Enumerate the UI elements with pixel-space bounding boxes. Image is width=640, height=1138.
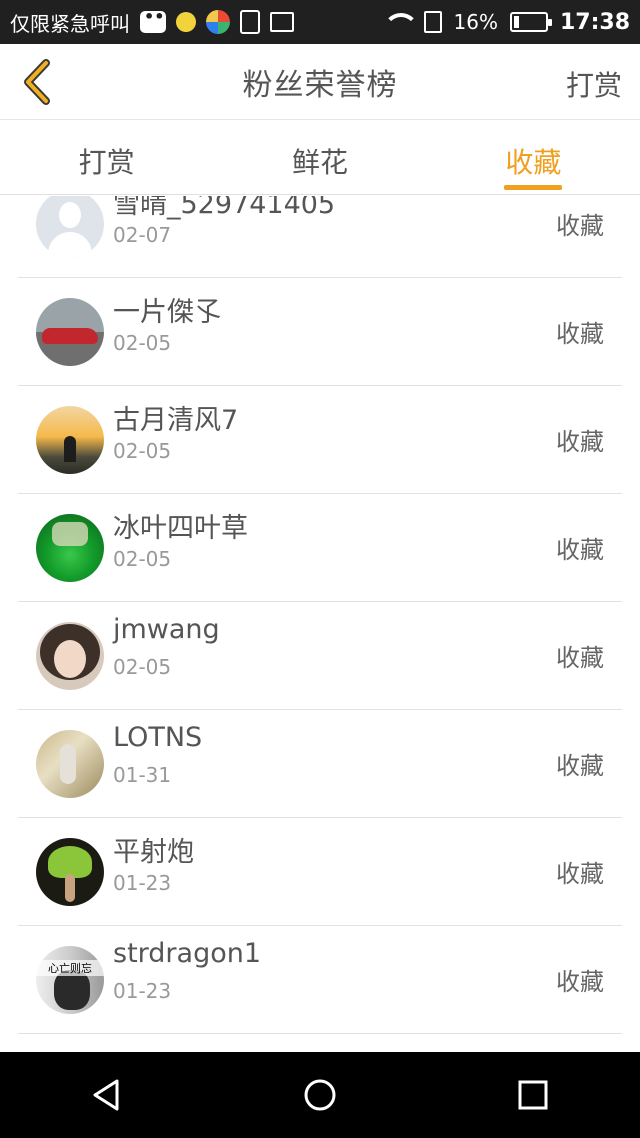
status-bar: 仅限紧急呼叫 16% 17:38 — [0, 0, 640, 44]
status-left: 仅限紧急呼叫 — [10, 7, 294, 37]
image-icon — [270, 12, 294, 32]
item-date: 02-05 — [113, 331, 172, 355]
item-type: 收藏 — [556, 968, 604, 996]
item-date: 02-05 — [113, 439, 172, 463]
item-date: 01-23 — [113, 871, 172, 895]
item-type: 收藏 — [556, 212, 604, 240]
item-date: 02-07 — [113, 223, 172, 247]
avatar — [36, 730, 104, 798]
square-recents-icon — [518, 1080, 548, 1110]
nav-home-button[interactable] — [290, 1065, 350, 1125]
sim-icon — [423, 11, 442, 33]
user-name: strdragon1 — [113, 938, 262, 969]
document-icon — [240, 10, 260, 34]
reward-button[interactable]: 打赏 — [566, 64, 622, 104]
avatar — [36, 196, 104, 258]
avatar-caption: 心亡则忘 — [36, 960, 104, 976]
user-name: jmwang — [113, 614, 220, 645]
list-item[interactable]: 心亡则忘 strdragon1 01-23 收藏 — [18, 926, 622, 1034]
item-date: 01-23 — [113, 979, 172, 1003]
nav-back-button[interactable] — [77, 1065, 137, 1125]
message-icon — [140, 7, 175, 33]
avatar: 心亡则忘 — [36, 946, 104, 1014]
user-name: LOTNS — [113, 722, 203, 753]
user-name: 一片傑孓 — [113, 297, 221, 328]
list-item[interactable]: 平射炮 01-23 收藏 — [18, 818, 622, 926]
list-item[interactable]: LOTNS 01-31 收藏 — [18, 710, 622, 818]
battery-icon — [509, 12, 552, 32]
system-nav-bar — [0, 1052, 640, 1138]
back-button[interactable] — [12, 54, 62, 110]
list-item[interactable]: jmwang 02-05 收藏 — [18, 602, 622, 710]
list-item[interactable]: 一片傑孓 02-05 收藏 — [18, 278, 622, 386]
item-type: 收藏 — [556, 644, 604, 672]
page-title: 粉丝荣誉榜 — [242, 67, 398, 103]
user-name: 古月清风7 — [113, 405, 239, 436]
status-right: 16% 17:38 — [382, 10, 630, 35]
list-item[interactable]: 雪晴_529741405 02-07 收藏 — [18, 196, 622, 278]
item-date: 02-05 — [113, 655, 172, 679]
user-name: 平射炮 — [113, 837, 194, 868]
chevron-left-icon — [24, 59, 50, 105]
circle-home-icon — [304, 1079, 336, 1111]
avatar — [36, 838, 104, 906]
item-type: 收藏 — [556, 860, 604, 888]
clock: 17:38 — [559, 9, 630, 35]
carrier-text: 仅限紧急呼叫 — [10, 11, 130, 36]
avatar — [36, 406, 104, 474]
user-name: 冰叶四叶草 — [113, 513, 248, 544]
tab-flowers[interactable]: 鲜花 — [213, 121, 426, 194]
user-name: 雪晴_529741405 — [113, 196, 336, 220]
list-item[interactable]: 冰叶四叶草 02-05 收藏 — [18, 494, 622, 602]
item-date: 01-31 — [113, 763, 172, 787]
avatar — [36, 298, 104, 366]
nav-recents-button[interactable] — [503, 1065, 563, 1125]
avatar — [36, 622, 104, 690]
item-date: 02-05 — [113, 547, 172, 571]
item-type: 收藏 — [556, 428, 604, 456]
list-item[interactable]: 古月清风7 02-05 收藏 — [18, 386, 622, 494]
avatar — [36, 514, 104, 582]
app-notification-icon — [206, 10, 230, 34]
battery-level — [513, 16, 519, 28]
item-type: 收藏 — [556, 536, 604, 564]
tab-bar: 打赏 鲜花 收藏 — [0, 121, 640, 195]
fan-list: 雪晴_529741405 02-07 收藏 一片傑孓 02-05 收藏 古月清风… — [18, 196, 622, 1052]
item-type: 收藏 — [556, 752, 604, 780]
tab-reward[interactable]: 打赏 — [0, 121, 213, 194]
wifi-icon — [382, 11, 419, 33]
item-type: 收藏 — [556, 320, 604, 348]
notification-dot-icon — [176, 12, 196, 32]
triangle-back-icon — [93, 1079, 119, 1111]
app-header: 粉丝荣誉榜 打赏 — [0, 44, 640, 120]
battery-percent: 16% — [453, 10, 498, 34]
tab-favorites[interactable]: 收藏 — [427, 121, 640, 194]
